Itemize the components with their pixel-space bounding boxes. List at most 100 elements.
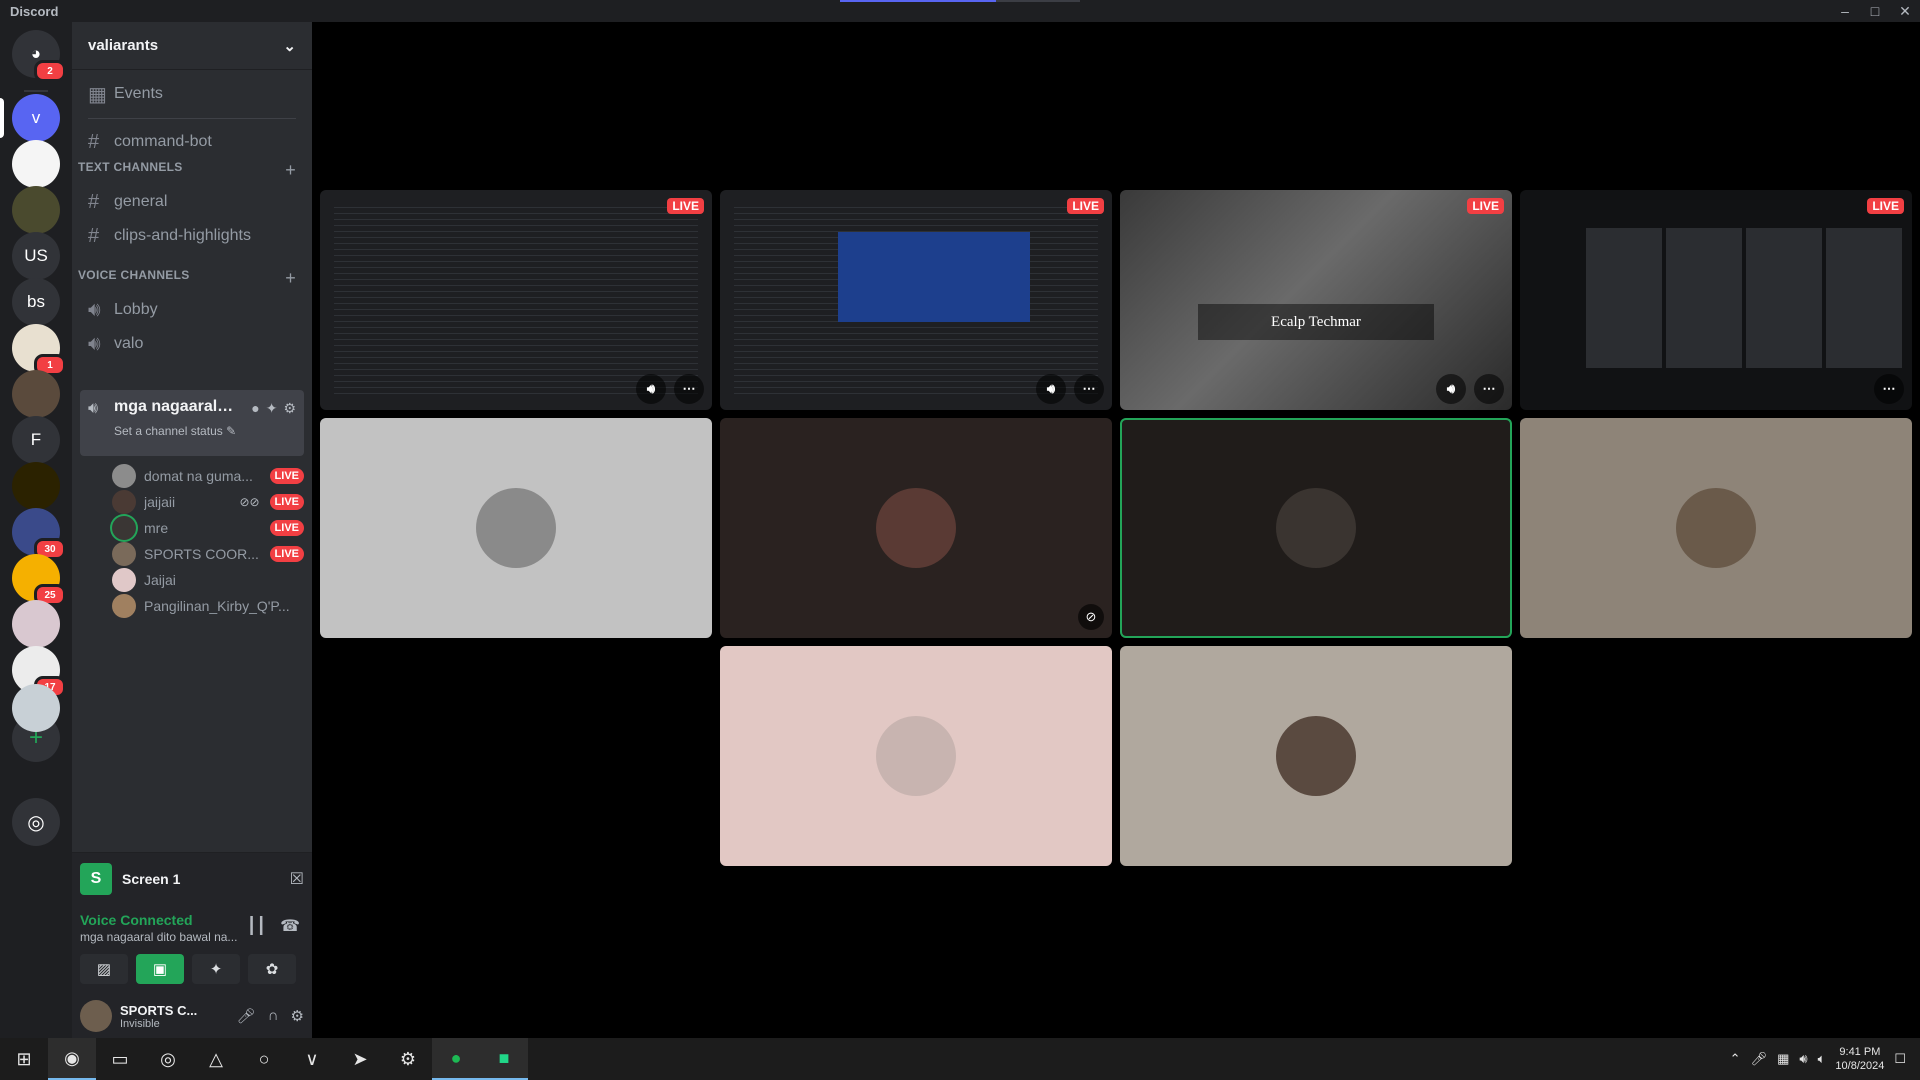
avatar — [112, 568, 136, 592]
channel-label: clips-and-highlights — [114, 227, 251, 244]
guild-anime-icon[interactable]: 30 — [12, 508, 66, 560]
active-voice-channel[interactable]: 🔊︎ mga nagaaral di... Set a channel stat… — [80, 390, 304, 456]
guild-bs-icon[interactable]: bs — [12, 278, 60, 326]
voice-user-name: Jaijai — [144, 572, 176, 588]
events-item[interactable]: ▦ Events — [80, 78, 304, 110]
volume-icon[interactable]: 🔊︎ — [1799, 1051, 1807, 1067]
bird-icon[interactable]: ➤ — [336, 1038, 384, 1080]
guild-label: US — [24, 246, 48, 265]
guild-face-icon[interactable] — [12, 370, 60, 418]
avatar[interactable] — [80, 1000, 112, 1032]
voice-user[interactable]: Pangilinan_Kirby_Q'P... — [112, 592, 304, 620]
stream-tile[interactable]: LIVE 🔊︎ ⋯ — [720, 190, 1112, 410]
activity-button[interactable]: ✦ — [192, 954, 240, 984]
home-icon[interactable]: ◕ 2 — [12, 30, 66, 82]
more-options-icon[interactable]: ⋯ — [674, 374, 704, 404]
share-screen-button[interactable]: ▣ — [136, 954, 184, 984]
category-voice[interactable]: VOICE CHANNELS + — [72, 268, 312, 289]
windows-start-icon[interactable]: ⊞ — [0, 1038, 48, 1080]
guild-v-icon[interactable]: v — [0, 94, 60, 142]
stream-tile[interactable]: Ecalp Techmar LIVE 🔊︎ ⋯ — [1120, 190, 1512, 410]
soundboard-button[interactable]: ✿ — [248, 954, 296, 984]
add-channel-icon[interactable]: + — [285, 268, 296, 289]
chevron-up-icon[interactable]: ⌃ — [1730, 1051, 1741, 1067]
microphone-icon[interactable]: 🎤︎ — [1751, 1051, 1768, 1067]
voice-user[interactable]: Jaijai — [112, 566, 304, 594]
more-options-icon[interactable]: ⋯ — [1874, 374, 1904, 404]
more-options-icon[interactable]: ⋯ — [1474, 374, 1504, 404]
channel-general[interactable]: # general — [80, 186, 304, 218]
server-header[interactable]: valiarants ⌄ — [72, 22, 312, 70]
speaker-icon[interactable]: 🔈︎ — [1818, 1051, 1826, 1067]
pycharm-icon[interactable]: ■ — [480, 1038, 528, 1080]
stop-stream-icon[interactable]: ☒ — [290, 869, 304, 889]
valorant-icon[interactable]: ∨ — [288, 1038, 336, 1080]
noise-suppression-icon[interactable]: ┃┃ — [247, 916, 266, 936]
stream-tile[interactable]: LIVE 🔊︎ ⋯ — [320, 190, 712, 410]
volume-icon[interactable]: 🔊︎ — [1436, 374, 1466, 404]
maximize-icon[interactable]: □ — [1860, 0, 1890, 22]
chat-icon[interactable]: ● — [251, 400, 259, 417]
spotify-icon[interactable]: ● — [432, 1038, 480, 1080]
participant-tile[interactable] — [720, 646, 1112, 866]
camera-off-button[interactable]: ▨ — [80, 954, 128, 984]
steam-icon[interactable]: ⚙ — [384, 1038, 432, 1080]
channel-command-bot[interactable]: # command-bot — [80, 126, 304, 158]
discord-taskbar-icon[interactable]: ◉ — [48, 1038, 96, 1080]
video-off-icon: ⊘ — [1078, 604, 1104, 630]
voice-user[interactable]: domat na guma... LIVE — [112, 462, 304, 490]
voice-channel-name[interactable]: mga nagaaral dito bawal na... — [80, 930, 240, 944]
gear-icon[interactable]: ⚙ — [291, 1007, 304, 1025]
voice-user-name: jaijaii — [144, 494, 176, 510]
guild-emblem-icon[interactable] — [12, 462, 60, 510]
more-options-icon[interactable]: ⋯ — [1074, 374, 1104, 404]
guild-map-icon[interactable]: 1 — [12, 324, 66, 376]
participant-tile[interactable] — [1520, 418, 1912, 638]
category-label: TEXT CHANNELS — [78, 160, 183, 174]
guild-mazai-icon[interactable] — [12, 140, 60, 188]
loading-progress-fill — [840, 0, 996, 2]
microphone-icon[interactable]: 🎤︎ — [237, 1007, 256, 1025]
voice-channel-lobby[interactable]: 🔊︎ Lobby — [80, 294, 304, 326]
disc-icon[interactable]: ○ — [240, 1038, 288, 1080]
disconnect-icon[interactable]: ☎ — [280, 916, 300, 936]
participant-tile[interactable] — [1120, 646, 1512, 866]
notification-icon[interactable]: ☐ — [1894, 1051, 1906, 1067]
browser-icon[interactable]: ◎ — [144, 1038, 192, 1080]
explore-icon[interactable]: ◎ — [12, 798, 60, 846]
voice-user[interactable]: mre LIVE — [112, 514, 304, 542]
file-explorer-icon[interactable]: ▭ — [96, 1038, 144, 1080]
channel-clips[interactable]: # clips-and-highlights — [80, 220, 304, 252]
channel-status[interactable]: Set a channel status ✎ — [114, 424, 236, 438]
voice-user[interactable]: SPORTS COOR... LIVE — [112, 540, 304, 568]
minimize-icon[interactable]: – — [1830, 0, 1860, 22]
app-title: Discord — [10, 3, 59, 19]
guild-cat-icon[interactable] — [12, 186, 60, 234]
volume-icon[interactable]: 🔊︎ — [1036, 374, 1066, 404]
participant-tile[interactable]: ⊘ — [720, 418, 1112, 638]
voice-stage: LIVE 🔊︎ ⋯ LIVE 🔊︎ ⋯ Ecalp Techmar LIVE 🔊︎ ⋯ LIVE ⋯ ⊘ — [312, 22, 1920, 1038]
category-text[interactable]: TEXT CHANNELS + — [72, 160, 312, 181]
game-launcher-icon[interactable]: △ — [192, 1038, 240, 1080]
guild-emoji-icon[interactable]: 25 — [12, 554, 66, 606]
taskbar-clock[interactable]: 9:41 PM 10/8/2024 — [1835, 1045, 1884, 1073]
guild-us-icon[interactable]: US — [12, 232, 60, 280]
invite-icon[interactable]: ✦ — [266, 400, 278, 417]
speaker-icon: 🔊︎ — [88, 400, 99, 417]
participant-tile[interactable] — [1120, 418, 1512, 638]
volume-icon[interactable]: 🔊︎ — [636, 374, 666, 404]
network-icon[interactable]: ▦ — [1777, 1051, 1789, 1067]
live-badge: LIVE — [1467, 198, 1504, 214]
guild-f-icon[interactable]: F — [12, 416, 60, 464]
guild-blank-icon[interactable] — [12, 684, 60, 732]
live-badge: LIVE — [269, 546, 304, 562]
voice-user[interactable]: jaijaii ⊘⊘ LIVE — [112, 488, 304, 516]
close-icon[interactable]: ✕ — [1890, 0, 1920, 22]
stream-tile[interactable]: LIVE ⋯ — [1520, 190, 1912, 410]
gear-icon[interactable]: ⚙ — [283, 400, 296, 417]
headphones-icon[interactable]: ∩ — [268, 1007, 279, 1025]
participant-tile[interactable] — [320, 418, 712, 638]
add-channel-icon[interactable]: + — [285, 160, 296, 181]
voice-channel-valo[interactable]: 🔊︎ valo — [80, 328, 304, 360]
guild-girl-icon[interactable] — [12, 600, 60, 648]
